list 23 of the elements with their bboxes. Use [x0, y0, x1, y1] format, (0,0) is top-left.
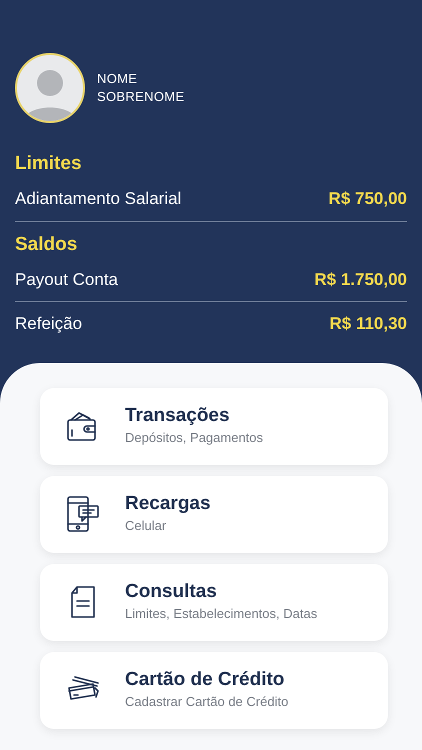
menu-subtitle: Depósitos, Pagamentos [125, 429, 264, 448]
menu-title: Cartão de Crédito [125, 668, 286, 692]
menu-card[interactable]: Consultas Limites, Estabelecimentos, Datas [40, 564, 388, 640]
menu-title: Recargas [125, 492, 211, 516]
balance-label: Refeição [15, 313, 82, 335]
last-name: SOBRENOME [97, 88, 184, 106]
menu-subtitle: Limites, Estabelecimentos, Datas [125, 605, 318, 624]
menu-subtitle: Celular [125, 517, 168, 536]
menu-card[interactable]: Recargas Celular [40, 476, 388, 552]
menu-title: Consultas [125, 580, 218, 604]
menu-card[interactable]: Cartão de Crédito Cadastrar Cartão de Crédito [40, 652, 388, 728]
balance-label: Payout Conta [15, 268, 118, 290]
menu-title: Transações [125, 404, 231, 428]
balance-value: R$ 110,30 [329, 313, 407, 335]
balance-value: R$ 1.750,00 [314, 268, 407, 290]
phone-message-icon [64, 495, 100, 533]
menu-card[interactable]: Transações Depósitos, Pagamentos [40, 388, 388, 464]
section-title: Saldos [15, 232, 78, 256]
balance-label: Adiantamento Salarial [15, 188, 182, 210]
first-name: NOME [97, 70, 138, 88]
section-title: Limites [15, 152, 83, 176]
menu-subtitle: Cadastrar Cartão de Crédito [125, 693, 288, 712]
balance-value: R$ 750,00 [328, 188, 407, 210]
